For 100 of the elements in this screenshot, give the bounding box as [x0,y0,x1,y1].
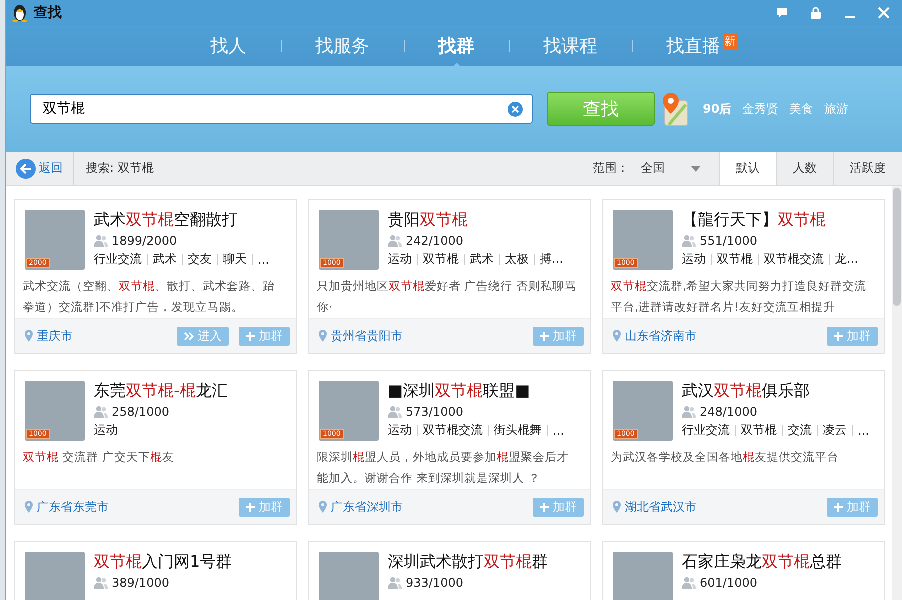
group-description: 为武汉各学校及全国各地棍友提供交流平台 [611,449,840,466]
caret-icon[interactable] [691,166,701,172]
plus-icon [246,332,255,340]
nav-tab[interactable]: 找群 [438,34,474,58]
group-description: 只加贵州地区双节棍爱好者 广告绕行 否则私聊骂你· [317,278,578,316]
group-title[interactable]: 石家庄枭龙双节棍总群 [682,552,842,573]
group-avatar-placeholder [25,552,85,600]
group-title[interactable]: ■深圳双节棍联盟■ [388,381,564,402]
group-description: 双节棍交流群,希望大家共同努力打造良好群交流平台,进群请改好群名片!友好交流互相提升 [611,278,868,316]
group-tag: 太极 [505,251,529,268]
group-tag: 聊天 [223,251,247,268]
group-tag: 街头棍舞 [494,422,542,439]
member-count: 933/1000 [406,576,464,590]
group-avatar-placeholder [613,552,673,600]
range-dropdown[interactable]: 全国 [641,160,701,177]
member-count: 258/1000 [112,405,170,419]
group-tag: 行业交流 [94,251,142,268]
member-count: 551/1000 [700,234,758,248]
group-tag: ... [553,424,564,438]
close-icon[interactable] [878,7,890,19]
back-link[interactable]: 返回 [39,160,63,177]
group-tag: 行业交流 [682,422,730,439]
new-badge: 新 [722,34,738,49]
member-count: 573/1000 [406,405,464,419]
plus-icon [246,502,255,512]
members-icon [682,235,696,247]
location-link[interactable]: 贵州省贵阳市 [331,328,403,344]
members-icon [388,406,402,418]
group-title[interactable]: 武术双节棍空翻散打 [94,210,270,231]
group-tag: 凌云 [823,422,847,439]
group-tag: ... [858,424,870,438]
members-icon [388,577,402,589]
members-icon [682,577,696,589]
group-title[interactable]: 东莞双节棍-棍龙汇 [94,381,228,402]
search-field[interactable]: 双节棍 [30,94,533,124]
scrollbar-thumb[interactable] [893,188,901,306]
members-icon [682,406,696,418]
location-pin-icon [613,501,621,513]
nav-tab[interactable]: 找服务 [316,34,370,58]
group-tag: ... [258,252,270,266]
group-tag: 交流 [788,422,812,439]
window-title: 查找 [34,4,62,22]
penguin-icon [12,4,28,22]
group-avatar-placeholder [319,552,379,600]
member-count: 242/1000 [406,234,464,248]
group-description: 武术交流（空翻、双节棍、散打、武术套路、跆拳道）交流群]不准打广告，发现立马踢。 [23,278,276,316]
group-tag: 双节棍 [423,251,459,268]
group-description: 双节棍 交流群 广交天下棍友 [23,449,176,466]
sort-tab[interactable]: 默认 [719,152,776,185]
group-tag: 搏... [540,251,564,268]
location-pin-icon [25,501,33,513]
members-icon [94,235,108,247]
member-count: 389/1000 [112,576,170,590]
location-link[interactable]: 湖北省武汉市 [625,498,697,516]
nav-tab[interactable]: 找人 [210,34,246,58]
group-title[interactable]: 武汉双节棍俱乐部 [682,381,870,402]
member-count: 601/1000 [700,576,758,590]
clear-icon[interactable] [508,102,523,116]
group-tag: 双节棍交流 [764,251,824,268]
members-icon [94,577,108,589]
group-description: 限深圳棍盟人员，外地成员要参加棍盟聚会后才能加入。谢谢合作 来到深圳就是深圳人 ？ [317,449,570,487]
feedback-icon[interactable] [776,7,788,19]
member-count: 248/1000 [700,405,758,419]
nav-tab[interactable]: 找直播 [666,34,720,58]
group-title[interactable]: 深圳武术散打双节棍群 [388,552,548,573]
members-icon [388,235,402,247]
location-link[interactable]: 广东省深圳市 [331,498,403,516]
map-pin-icon[interactable] [661,91,689,127]
group-tag: 武术 [153,251,177,268]
sort-tab[interactable]: 人数 [776,152,833,185]
group-tag: 运动 [94,422,118,439]
group-title[interactable]: 贵阳双节棍 [388,210,564,231]
location-link[interactable]: 重庆市 [37,328,73,344]
nav-tab[interactable]: 找课程 [544,34,598,58]
double-chevron-icon [184,332,194,340]
location-pin-icon [319,501,327,513]
plus-icon [834,502,843,512]
location-pin-icon [613,330,621,342]
location-pin-icon [25,330,33,342]
lock-icon[interactable] [810,7,822,19]
group-tag: 运动 [682,251,706,268]
group-tag: 双节棍交流 [423,422,483,439]
location-link[interactable]: 山东省济南市 [625,328,697,344]
location-pin-icon [319,330,327,342]
range-label: 范围： [593,160,629,177]
group-tag: 双节棍 [717,251,753,268]
group-tag: 交友 [188,251,212,268]
group-tag: 双节棍 [741,422,777,439]
group-title[interactable]: 【龍行天下】双节棍 [682,210,858,231]
group-title[interactable]: 双节棍入门网1号群 [94,552,232,573]
plus-icon [540,502,549,512]
group-tag: 龙... [835,251,858,268]
member-count: 1899/2000 [112,234,178,248]
group-tag: 运动 [388,422,412,439]
search-query-label: 搜索: 双节棍 [86,160,154,177]
plus-icon [834,332,843,340]
group-tag: 武术 [470,251,494,268]
plus-icon [540,332,549,340]
location-link[interactable]: 广东省东莞市 [37,498,109,516]
sort-tab[interactable]: 活跃度 [833,152,902,185]
